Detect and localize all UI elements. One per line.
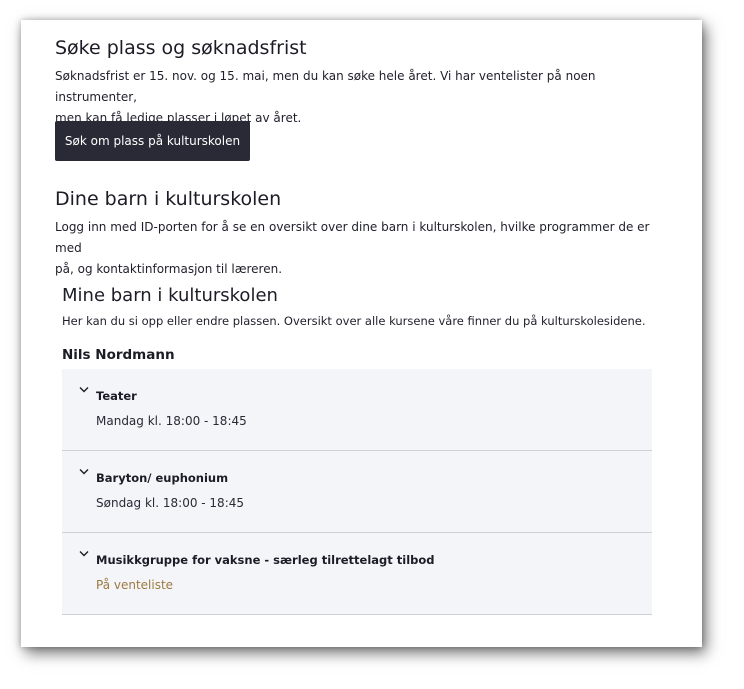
course-accordion-teater[interactable]: Teater Mandag kl. 18:00 - 18:45	[62, 369, 652, 451]
apply-heading: Søke plass og søknadsfrist	[55, 37, 307, 59]
course-accordion-baryton[interactable]: Baryton/ euphonium Søndag kl. 18:00 - 18…	[62, 451, 652, 533]
content-card: Søke plass og søknadsfrist Søknadsfrist …	[21, 20, 702, 647]
children-text-line1: Logg inn med ID-porten for å se en overs…	[55, 220, 650, 255]
apply-text: Søknadsfrist er 15. nov. og 15. mai, men…	[55, 66, 675, 129]
chevron-down-icon[interactable]	[79, 386, 89, 394]
apply-text-line1: Søknadsfrist er 15. nov. og 15. mai, men…	[55, 69, 596, 104]
course-title: Musikkgruppe for vaksne - særleg tilrett…	[96, 553, 435, 567]
course-schedule: Mandag kl. 18:00 - 18:45	[96, 414, 247, 428]
course-title: Teater	[96, 389, 137, 403]
chevron-down-icon[interactable]	[79, 550, 89, 558]
course-accordion-musikkgruppe[interactable]: Musikkgruppe for vaksne - særleg tilrett…	[62, 533, 652, 615]
waitlist-status: På venteliste	[96, 578, 174, 592]
chevron-down-icon[interactable]	[79, 468, 89, 476]
children-text-line2: på, og kontaktinformasjon til læreren.	[55, 262, 283, 276]
children-text: Logg inn med ID-porten for å se en overs…	[55, 217, 675, 280]
apply-button[interactable]: Søk om plass på kulturskolen	[55, 121, 250, 161]
my-children-text: Her kan du si opp eller endre plassen. O…	[62, 314, 646, 328]
my-children-heading: Mine barn i kulturskolen	[62, 285, 278, 306]
course-title: Baryton/ euphonium	[96, 471, 229, 485]
children-heading: Dine barn i kulturskolen	[55, 188, 282, 210]
child-name: Nils Nordmann	[62, 347, 175, 363]
course-schedule: Søndag kl. 18:00 - 18:45	[96, 496, 245, 510]
